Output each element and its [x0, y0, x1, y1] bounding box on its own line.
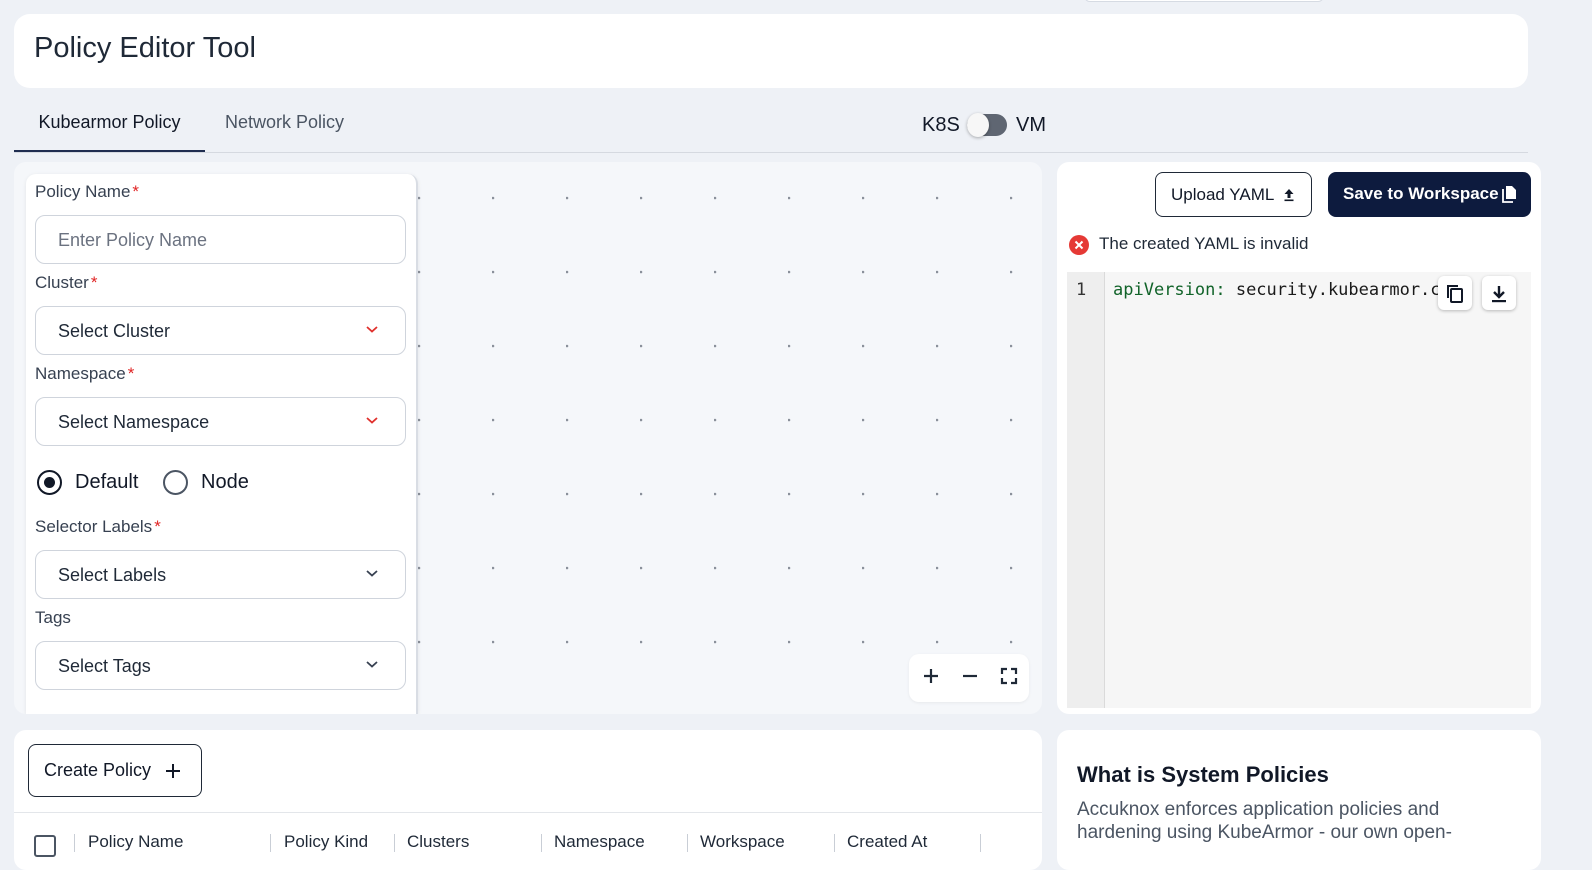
policy-name-placeholder: Enter Policy Name: [58, 230, 208, 250]
column-separator: [834, 834, 835, 852]
download-icon: [1492, 286, 1506, 303]
create-policy-label: Create Policy: [44, 760, 152, 780]
title-card: Policy Editor Tool: [14, 14, 1528, 88]
chevron-down-icon: [366, 417, 378, 424]
save-to-workspace-button[interactable]: Save to Workspace: [1328, 172, 1531, 217]
tags-value: Select Tags: [58, 656, 151, 676]
selector-labels-value: Select Labels: [58, 565, 167, 585]
table-divider: [14, 812, 1042, 813]
yaml-code-editor[interactable]: 1 apiVersion: security.kubearmor.com: [1067, 272, 1531, 708]
tab-kubearmor-policy[interactable]: Kubearmor Policy: [14, 112, 205, 152]
plus-icon: [166, 764, 180, 778]
radio-node-circle[interactable]: [163, 470, 188, 495]
save-to-workspace-label: Save to Workspace: [1343, 184, 1499, 203]
yaml-panel: Upload YAML Save to Workspace The create…: [1057, 162, 1541, 714]
fit-view-icon: [1000, 667, 1018, 685]
plus-icon: [924, 669, 938, 683]
line-number: 1: [1076, 280, 1087, 300]
namespace-select-value: Select Namespace: [58, 412, 210, 432]
vm-label: VM: [1016, 114, 1046, 136]
canvas-zoom-controls: [909, 654, 1029, 702]
policy-name-input[interactable]: Enter Policy Name: [35, 215, 406, 264]
line-number-gutter: 1: [1067, 272, 1105, 708]
column-header-policy-kind[interactable]: Policy Kind: [284, 832, 368, 852]
selector-labels-label: Selector Labels *: [35, 517, 161, 536]
yaml-value: security.kubearmor.com: [1225, 280, 1461, 300]
zoom-in-button[interactable]: [921, 666, 941, 691]
column-separator: [394, 834, 395, 852]
column-separator: [541, 834, 542, 852]
upload-yaml-label: Upload YAML: [1171, 185, 1275, 204]
yaml-error-message: The created YAML is invalid: [1099, 234, 1309, 253]
namespace-select[interactable]: Select Namespace: [35, 397, 406, 446]
create-policy-button[interactable]: Create Policy: [28, 744, 202, 797]
radio-default-circle[interactable]: [37, 470, 62, 495]
copy-icon: [1447, 285, 1463, 303]
fit-view-button[interactable]: [999, 666, 1019, 691]
selector-labels-select[interactable]: Select Labels: [35, 550, 406, 599]
policy-canvas[interactable]: Policy Name * Enter Policy Name Cluster * …: [14, 162, 1042, 714]
toggle-knob: [967, 113, 989, 137]
column-header-workspace[interactable]: Workspace: [700, 832, 785, 852]
download-yaml-button[interactable]: [1482, 276, 1516, 310]
yaml-key: apiVersion:: [1113, 280, 1226, 300]
column-header-created-at[interactable]: Created At: [847, 832, 927, 852]
tab-network-policy[interactable]: Network Policy: [225, 112, 344, 152]
policy-name-label: Policy Name *: [35, 182, 140, 201]
system-policies-info-card: What is System Policies Accuknox enforce…: [1057, 730, 1541, 870]
zoom-out-button[interactable]: [960, 666, 980, 691]
code-line[interactable]: apiVersion: security.kubearmor.com: [1113, 280, 1461, 300]
upload-icon: [1284, 189, 1294, 202]
chevron-down-icon: [366, 661, 378, 668]
page-title: Policy Editor Tool: [34, 32, 256, 64]
select-all-checkbox[interactable]: [34, 835, 56, 857]
k8s-label: K8S: [922, 114, 960, 136]
policy-tabs: Kubearmor Policy Network Policy: [14, 100, 1528, 153]
radio-node-label: Node: [201, 471, 249, 493]
cluster-label: Cluster *: [35, 273, 98, 292]
copy-file-icon: [1502, 186, 1516, 203]
k8s-vm-toggle[interactable]: [967, 113, 1007, 137]
info-text: Accuknox enforces application policies a…: [1077, 799, 1452, 843]
chevron-down-icon: [366, 326, 378, 333]
upload-yaml-button[interactable]: Upload YAML: [1155, 172, 1312, 217]
tags-label: Tags: [35, 608, 71, 627]
namespace-label: Namespace *: [35, 364, 135, 383]
column-header-policy-name[interactable]: Policy Name: [88, 832, 183, 852]
info-title: What is System Policies: [1077, 762, 1329, 787]
column-separator: [980, 834, 981, 852]
column-separator: [270, 834, 271, 852]
column-separator: [687, 834, 688, 852]
column-header-namespace[interactable]: Namespace: [554, 832, 645, 852]
policies-table-card: Create Policy Policy Name Policy Kind Cl…: [14, 730, 1042, 870]
copy-yaml-button[interactable]: [1438, 276, 1472, 310]
column-header-clusters[interactable]: Clusters: [407, 832, 469, 852]
tags-select[interactable]: Select Tags: [35, 641, 406, 690]
radio-default-label: Default: [75, 471, 139, 493]
table-header-row: Policy Name Policy Kind Clusters Namespa…: [14, 830, 1042, 860]
minus-icon: [963, 674, 977, 678]
policy-form-panel: Policy Name * Enter Policy Name Cluster * …: [26, 174, 418, 714]
chevron-down-icon: [366, 570, 378, 577]
error-icon: [1069, 235, 1089, 255]
cluster-select[interactable]: Select Cluster: [35, 306, 406, 355]
column-separator: [74, 834, 75, 852]
cluster-select-value: Select Cluster: [58, 321, 171, 341]
top-edge-tab: [1084, 0, 1324, 2]
